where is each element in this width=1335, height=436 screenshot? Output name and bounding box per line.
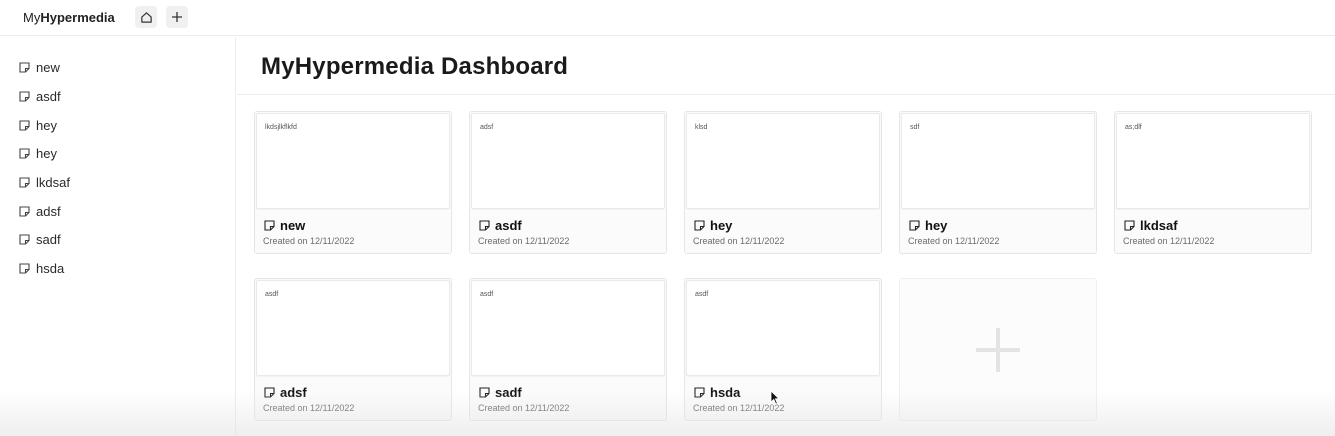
card-title: asdf [479,218,522,233]
card-title-label: hey [925,218,948,233]
home-icon [140,11,152,23]
home-button[interactable] [135,6,157,28]
page-card[interactable]: adsf asdf Created on 12/11/2022 [469,111,667,254]
card-date: Created on 12/11/2022 [908,236,1000,246]
page-card[interactable]: asdf adsf Created on 12/11/2022 [254,278,452,421]
note-icon [479,220,490,231]
note-icon [19,205,30,217]
card-preview: as;dlf [1116,113,1310,209]
card-preview: asdf [256,280,450,376]
card-preview-text: lkdsjlkflkfd [265,124,297,131]
card-preview-text: klsd [695,124,708,131]
sidebar-item-label: new [36,59,60,75]
sidebar-item-adsf[interactable]: adsf [19,202,61,220]
note-icon [19,119,30,131]
brand-bold: Hypermedia [40,10,115,25]
note-icon [1124,220,1135,231]
sidebar-item-new[interactable]: new [19,58,60,76]
note-icon [19,233,30,245]
note-icon [694,220,705,231]
card-preview-text: sdf [910,124,920,131]
card-preview-text: asdf [480,291,494,298]
card-title: new [264,218,305,233]
plus-icon [976,327,1020,372]
card-date: Created on 12/11/2022 [478,236,570,246]
page-card[interactable]: asdf sadf Created on 12/11/2022 [469,278,667,421]
card-title: hey [694,218,732,233]
sidebar-item-hsda[interactable]: hsda [19,259,64,277]
page-title: MyHypermedia Dashboard [261,53,569,80]
card-title-label: asdf [495,218,522,233]
card-preview: lkdsjlkflkfd [256,113,450,209]
card-date: Created on 12/11/2022 [693,236,785,246]
sidebar-item-label: hey [36,145,57,161]
card-preview: klsd [686,113,880,209]
note-icon [264,387,275,398]
top-bar: MyHypermedia [0,0,1335,36]
note-icon [19,61,30,73]
app-brand[interactable]: MyHypermedia [23,10,115,25]
card-date: Created on 12/11/2022 [1123,236,1215,246]
sidebar-item-label: lkdsaf [36,174,70,190]
sidebar: new asdf hey hey lkdsaf adsf sadf hsda [0,37,236,436]
main-content: MyHypermedia Dashboard lkdsjlkflkfd new … [237,37,1335,436]
card-preview: sdf [901,113,1095,209]
add-page-card[interactable] [899,278,1097,421]
note-icon [909,220,920,231]
card-title: hsda [694,385,740,400]
card-date: Created on 12/11/2022 [263,236,355,246]
card-date: Created on 12/11/2022 [263,403,355,413]
sidebar-item-sadf[interactable]: sadf [19,230,61,248]
card-title-label: lkdsaf [1140,218,1178,233]
brand-prefix: My [23,10,41,25]
card-preview-text: as;dlf [1125,124,1142,131]
card-title-label: adsf [280,385,307,400]
sidebar-item-label: adsf [36,203,61,219]
sidebar-item-lkdsaf[interactable]: lkdsaf [19,173,70,191]
note-icon [19,147,30,159]
card-title: adsf [264,385,307,400]
note-icon [19,262,30,274]
card-date: Created on 12/11/2022 [478,403,570,413]
card-title-label: new [280,218,306,233]
sidebar-item-label: asdf [36,88,61,104]
note-icon [19,90,30,102]
plus-icon [172,12,182,22]
card-title-label: hsda [710,385,741,400]
sidebar-item-asdf[interactable]: asdf [19,87,61,105]
page-card[interactable]: lkdsjlkflkfd new Created on 12/11/2022 [254,111,452,254]
card-title-label: hey [710,218,733,233]
title-divider [237,94,1335,95]
sidebar-item-hey-2[interactable]: hey [19,144,57,162]
mouse-cursor-icon [770,390,780,405]
note-icon [694,387,705,398]
card-preview: asdf [686,280,880,376]
card-preview-text: adsf [480,124,494,131]
note-icon [479,387,490,398]
card-preview-text: asdf [695,291,709,298]
card-title: sadf [479,385,522,400]
page-card[interactable]: as;dlf lkdsaf Created on 12/11/2022 [1114,111,1312,254]
add-page-button[interactable] [166,6,188,28]
card-title-label: sadf [495,385,522,400]
sidebar-item-hey[interactable]: hey [19,116,57,134]
card-preview: asdf [471,280,665,376]
sidebar-item-label: sadf [36,231,61,247]
card-preview-text: asdf [265,291,279,298]
card-title: lkdsaf [1124,218,1178,233]
page-card[interactable]: sdf hey Created on 12/11/2022 [899,111,1097,254]
note-icon [19,176,30,188]
page-card[interactable]: asdf hsda Created on 12/11/2022 [684,278,882,421]
card-preview: adsf [471,113,665,209]
sidebar-item-label: hsda [36,260,65,276]
note-icon [264,220,275,231]
card-title: hey [909,218,947,233]
sidebar-item-label: hey [36,117,57,133]
page-card[interactable]: klsd hey Created on 12/11/2022 [684,111,882,254]
